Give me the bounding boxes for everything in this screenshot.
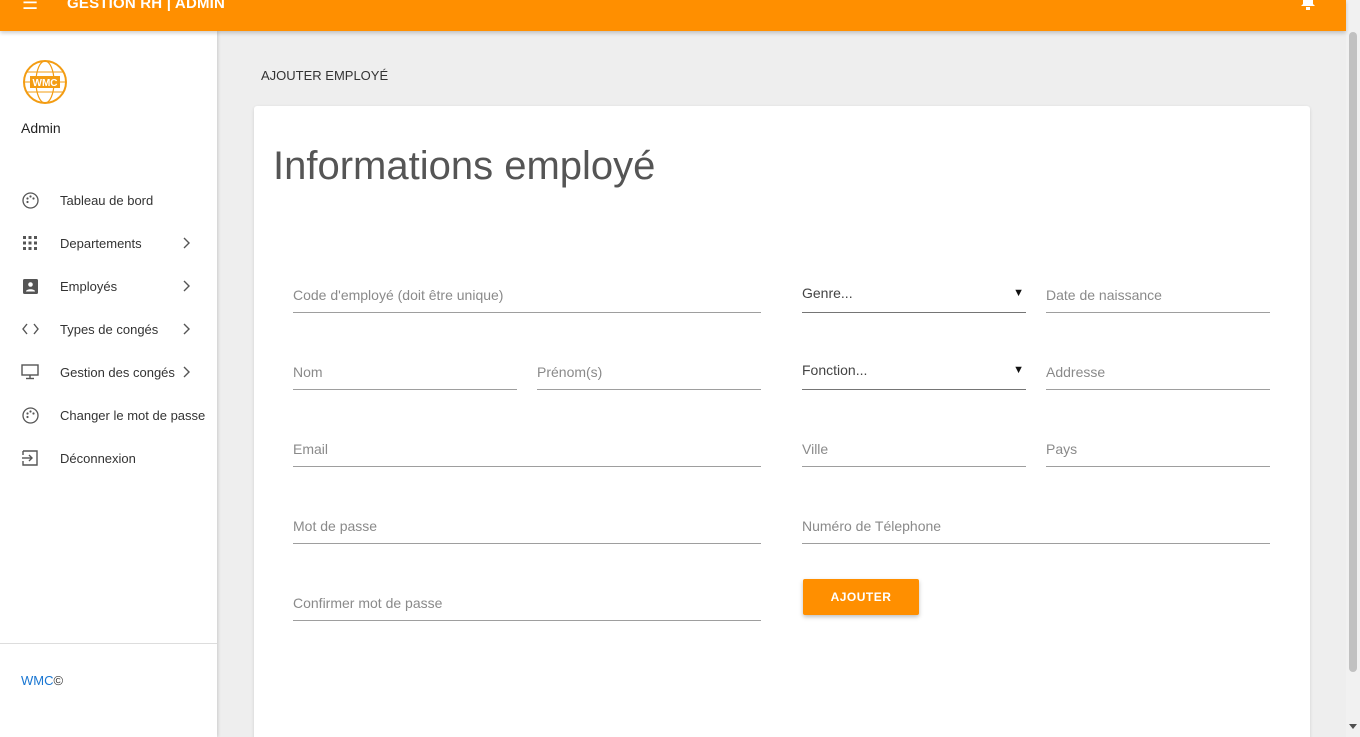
contact-icon [21,277,39,295]
palette-icon [21,191,39,209]
prenom-input[interactable] [537,354,761,389]
genre-select[interactable]: Genre... ▼ [802,277,1026,313]
telephone-field [802,508,1270,544]
sidebar-item-departements[interactable]: Departements [0,225,217,261]
scrollbar-thumb[interactable] [1349,32,1357,672]
pays-input[interactable] [1046,431,1270,466]
mot-de-passe-field [293,508,761,544]
page-scrollbar[interactable] [1346,0,1360,737]
ajouter-button[interactable]: AJOUTER [803,579,919,615]
grid-icon [21,234,39,252]
user-name: Admin [21,120,61,136]
svg-text:WMC: WMC [33,78,58,89]
ville-input[interactable] [802,431,1026,466]
dropdown-arrow-icon: ▼ [1013,364,1024,376]
sidebar-item-employes[interactable]: Employés [0,268,217,304]
exit-icon [21,449,39,467]
pays-field [1046,431,1270,467]
bell-icon[interactable] [1299,0,1317,10]
footer-brand-link[interactable]: WMC [21,673,54,688]
page-breadcrumb: AJOUTER EMPLOYÉ [261,68,389,83]
wmc-logo: WMC [23,60,67,104]
monitor-icon [21,363,39,381]
confirmer-mot-de-passe-input[interactable] [293,585,761,620]
form-title: Informations employé [273,144,656,188]
sidebar-item-label: Déconnexion [60,450,136,466]
email-input[interactable] [293,431,761,466]
telephone-input[interactable] [802,508,1270,543]
sidebar-item-label: Gestion des congés [60,364,175,380]
chevron-right-icon [183,237,190,249]
date-naissance-input[interactable] [1046,277,1270,312]
chevron-right-icon [183,323,190,335]
sidebar-item-changer-mot-de-passe[interactable]: Changer le mot de passe [0,397,217,433]
chevron-right-icon [183,280,190,292]
nom-field [293,354,517,390]
sidebar-item-types-de-conges[interactable]: Types de congés [0,311,217,347]
fonction-select-value: Fonction... [802,362,868,378]
sidebar-item-label: Departements [60,235,142,251]
sidebar: WMC Admin Tableau de bord Departements E… [0,31,217,737]
code-icon [21,320,39,338]
dropdown-arrow-icon: ▼ [1013,287,1024,299]
sidebar-item-deconnexion[interactable]: Déconnexion [0,440,217,476]
genre-select-value: Genre... [802,285,853,301]
chevron-right-icon [183,366,190,378]
sidebar-item-tableau-de-bord[interactable]: Tableau de bord [0,182,217,218]
app-title: GESTION RH | ADMIN [67,0,226,12]
sidebar-item-label: Types de congés [60,321,159,337]
confirmer-mot-de-passe-field [293,585,761,621]
ville-field [802,431,1026,467]
adresse-field [1046,354,1270,390]
scroll-down-arrow-icon[interactable] [1349,724,1357,729]
employee-form-card: Informations employé Genre... ▼ Fonction… [254,106,1310,737]
palette-icon [21,406,39,424]
sidebar-item-label: Employés [60,278,118,294]
copyright-symbol: © [53,673,64,688]
prenom-field [537,354,761,390]
code-employe-field [293,277,761,313]
sidebar-item-label: Tableau de bord [60,192,154,208]
code-employe-input[interactable] [293,277,761,312]
menu-icon[interactable]: ☰ [22,0,38,12]
mot-de-passe-input[interactable] [293,508,761,543]
sidebar-item-gestion-des-conges[interactable]: Gestion des congés [0,354,217,390]
nom-input[interactable] [293,354,517,389]
email-field [293,431,761,467]
sidebar-footer: WMC© [21,673,63,688]
sidebar-item-label: Changer le mot de passe [60,407,206,423]
adresse-input[interactable] [1046,354,1270,389]
fonction-select[interactable]: Fonction... ▼ [802,354,1026,390]
top-app-bar: ☰ GESTION RH | ADMIN [0,0,1346,31]
sidebar-divider [0,643,217,644]
date-naissance-field [1046,277,1270,313]
